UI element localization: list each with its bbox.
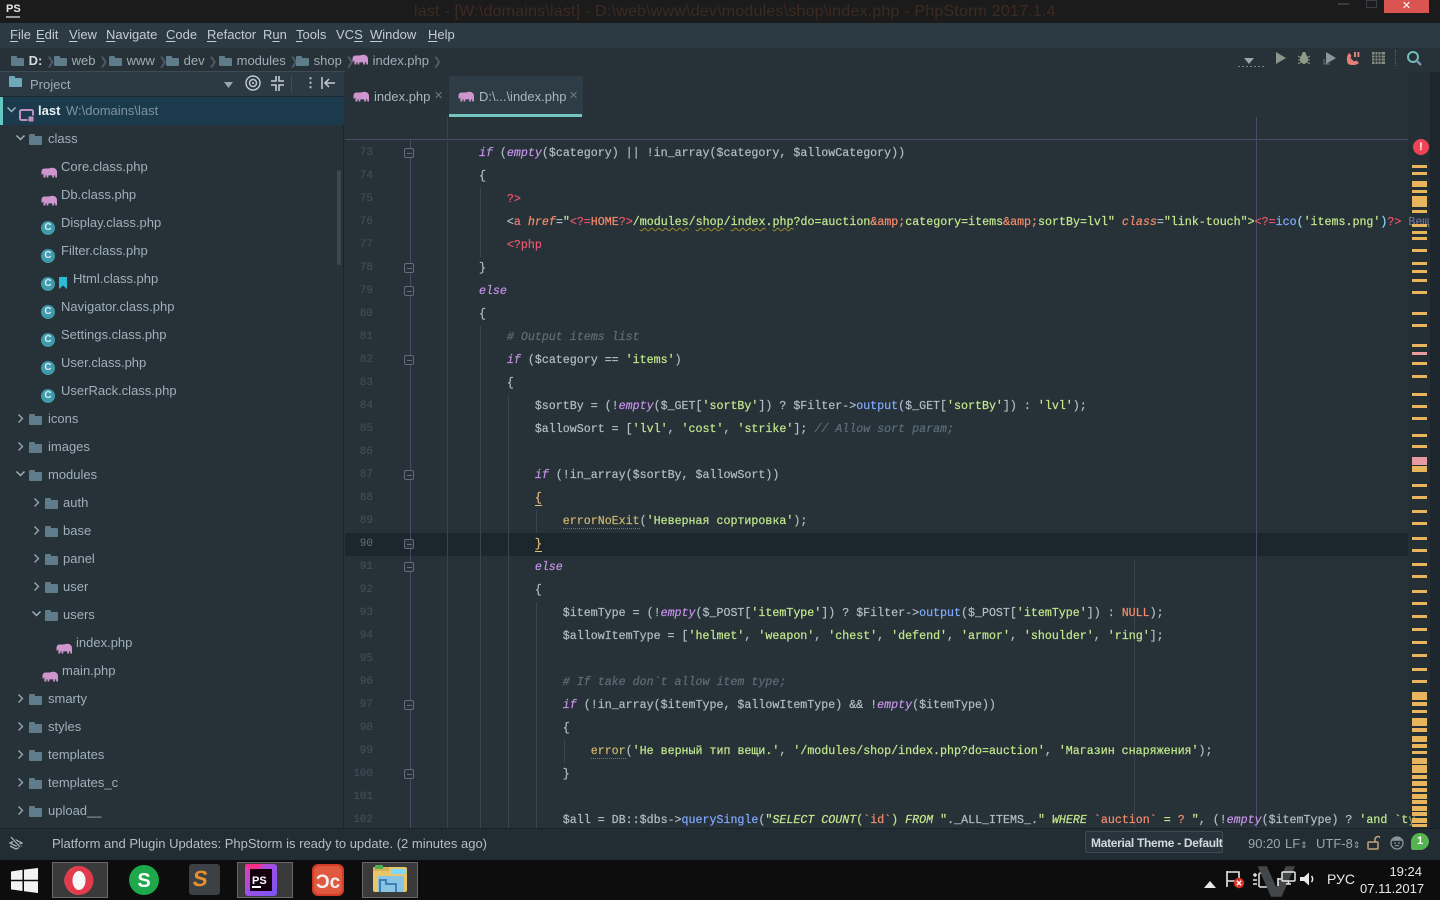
svg-text:Ɔc: Ɔc bbox=[316, 872, 341, 893]
svg-text:PS: PS bbox=[252, 875, 267, 887]
svg-text:S: S bbox=[137, 870, 150, 892]
